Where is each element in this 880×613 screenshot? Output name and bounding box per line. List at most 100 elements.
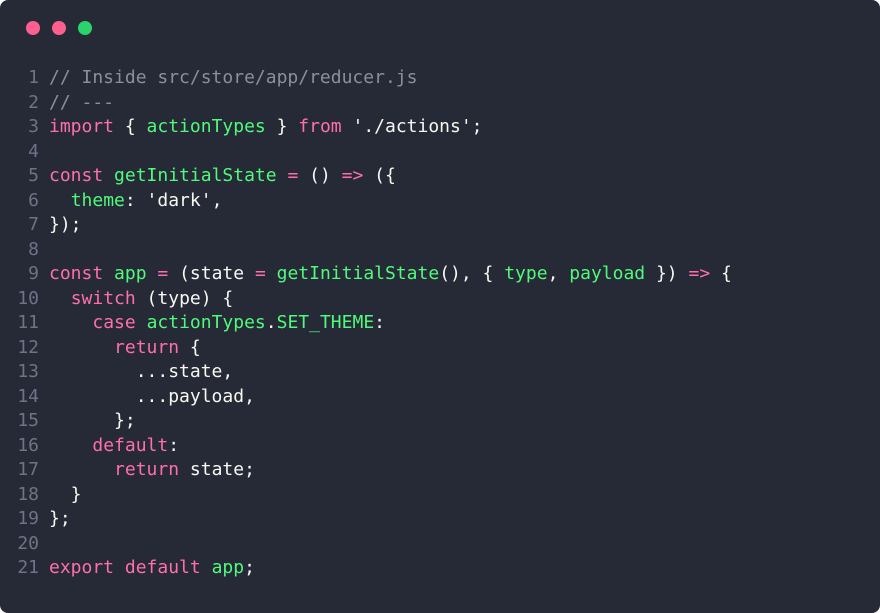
code-token: state; xyxy=(179,459,255,480)
code-line: 5 const getInitialState = () => ({ xyxy=(0,164,732,189)
code-line: 13 ...state, xyxy=(0,360,732,385)
code-token: () xyxy=(298,165,342,186)
code-token: return xyxy=(114,336,180,358)
code-line: 6 theme: 'dark', xyxy=(0,189,732,214)
line-content: const getInitialState = () => ({ xyxy=(49,164,396,189)
code-block: 1 // Inside src/store/app/reducer.js 2 // -… xyxy=(0,66,732,581)
code-token: const xyxy=(49,165,104,186)
code-token: : 'dark', xyxy=(124,189,223,211)
line-content: case actionTypes.SET_THEME: xyxy=(49,311,385,336)
line-content: ...payload, xyxy=(49,385,255,410)
code-token: switch xyxy=(70,287,136,309)
code-token: theme xyxy=(70,189,125,211)
line-content: switch (type) { xyxy=(49,287,234,312)
line-content: export default app; xyxy=(49,556,255,581)
line-number: 16 xyxy=(17,434,39,456)
code-token: getInitialState xyxy=(114,165,277,186)
code-token: export xyxy=(49,557,115,578)
code-token: default xyxy=(124,557,201,578)
line-number: 2 xyxy=(28,91,39,113)
line-number: 18 xyxy=(17,483,39,505)
code-token: app xyxy=(114,263,147,284)
code-token: payload xyxy=(569,263,646,284)
code-token: SET_THEME xyxy=(276,312,375,333)
code-token: case xyxy=(92,312,136,333)
code-line: 14 ...payload, xyxy=(0,385,732,410)
code-token: }); xyxy=(49,214,82,235)
code-token: ; xyxy=(244,557,255,578)
code-token: }) xyxy=(645,263,689,284)
line-number: 19 xyxy=(17,508,39,529)
line-number: 3 xyxy=(28,116,39,137)
code-token: (type) { xyxy=(135,287,234,309)
code-line: 17 return state; xyxy=(0,458,732,483)
line-content: // --- xyxy=(49,91,114,116)
line-number: 13 xyxy=(17,361,39,382)
code-token: from xyxy=(298,116,342,137)
line-number: 11 xyxy=(17,312,39,333)
code-token: = xyxy=(157,263,169,284)
line-number: 6 xyxy=(28,189,39,211)
line-number: 4 xyxy=(28,140,39,162)
line-content: // Inside src/store/app/reducer.js xyxy=(49,66,417,91)
code-token: ({ xyxy=(363,165,396,186)
code-line: 9 const app = (state = getInitialState(),… xyxy=(0,262,732,287)
code-line: 16 default: xyxy=(0,434,732,459)
close-dot-icon[interactable] xyxy=(26,21,40,35)
code-line: 18 } xyxy=(0,483,732,508)
code-token: type xyxy=(504,263,548,284)
code-token: default xyxy=(92,434,169,456)
code-token: }; xyxy=(49,508,71,529)
code-token: , xyxy=(547,263,570,284)
code-token: './actions'; xyxy=(341,116,483,137)
code-window: 1 // Inside src/store/app/reducer.js 2 // -… xyxy=(0,0,880,613)
code-token: import xyxy=(49,116,115,137)
code-line: 20 xyxy=(0,532,732,557)
line-number: 7 xyxy=(28,214,39,235)
line-number: 17 xyxy=(17,459,39,480)
code-token: app xyxy=(211,557,245,578)
code-token: { xyxy=(179,336,201,358)
code-token: (state xyxy=(168,263,255,284)
code-line: 4 xyxy=(0,140,732,165)
line-number: 15 xyxy=(17,410,39,431)
line-content: return state; xyxy=(49,458,255,483)
line-number: 9 xyxy=(28,263,39,284)
code-token: { xyxy=(710,263,732,284)
code-token: const xyxy=(49,263,104,284)
code-line: 8 xyxy=(0,238,732,263)
code-token: return xyxy=(114,459,180,480)
line-content: default: xyxy=(49,434,179,459)
minimize-dot-icon[interactable] xyxy=(52,21,66,35)
code-line: 15 }; xyxy=(0,409,732,434)
zoom-dot-icon[interactable] xyxy=(78,21,92,35)
code-token: }; xyxy=(49,410,136,431)
code-token: } xyxy=(49,483,82,505)
code-line: 3 import { actionTypes } from './actions'… xyxy=(0,115,732,140)
code-token: ...state, xyxy=(49,361,234,382)
code-line: 2 // --- xyxy=(0,91,732,116)
code-line: 12 return { xyxy=(0,336,732,361)
line-number: 8 xyxy=(28,238,39,260)
line-content: return { xyxy=(49,336,201,361)
line-content: }); xyxy=(49,213,82,238)
line-content: const app = (state = getInitialState(), … xyxy=(49,262,732,287)
code-line: 21 export default app; xyxy=(0,556,732,581)
line-number: 21 xyxy=(17,557,39,578)
line-content: import { actionTypes } from './actions'; xyxy=(49,115,483,140)
code-line: 19}; xyxy=(0,507,732,532)
code-line: 7}); xyxy=(0,213,732,238)
line-number: 12 xyxy=(17,336,39,358)
